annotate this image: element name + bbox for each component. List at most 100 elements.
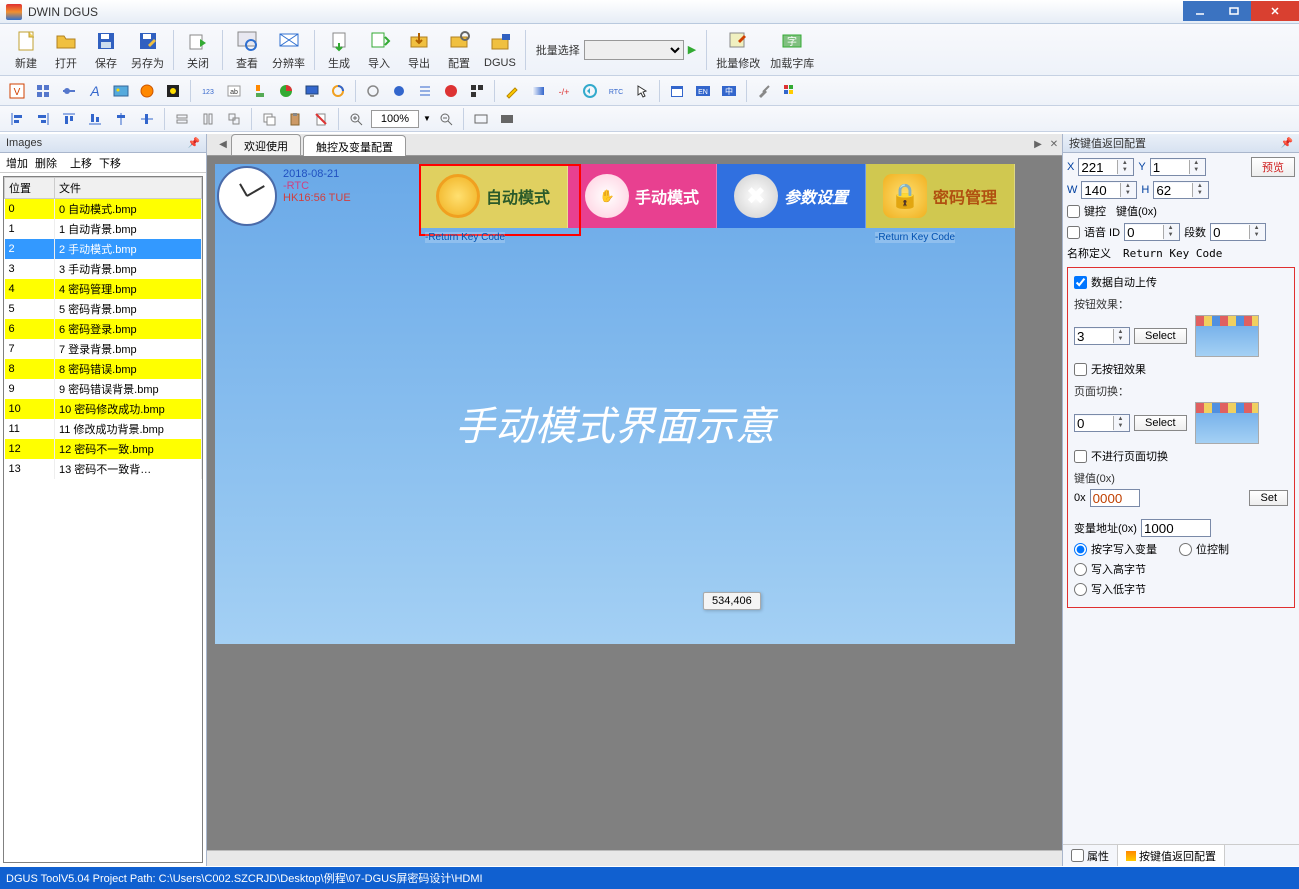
view-button[interactable]: 查看 xyxy=(227,27,267,73)
table-row[interactable]: 1111 修改成功背景.bmp xyxy=(5,419,202,439)
tool-grid-icon[interactable] xyxy=(32,80,54,102)
canvas-area[interactable]: 2018-08-21 -RTC HK16:56 TUE 自动模式 ✋手动模式 ✖… xyxy=(207,156,1062,850)
zoom-in-icon[interactable] xyxy=(345,108,367,130)
table-row[interactable]: 11 自动背景.bmp xyxy=(5,219,202,239)
voice-checkbox[interactable] xyxy=(1067,226,1080,239)
tab-touch-config[interactable]: 触控及变量配置 xyxy=(303,135,406,156)
table-row[interactable]: 55 密码背景.bmp xyxy=(5,299,202,319)
set-button[interactable]: Set xyxy=(1249,490,1288,506)
table-row[interactable]: 44 密码管理.bmp xyxy=(5,279,202,299)
screen1-icon[interactable] xyxy=(470,108,492,130)
images-table[interactable]: 位置文件 00 自动模式.bmp11 自动背景.bmp22 手动模式.bmp33… xyxy=(4,177,202,479)
save-button[interactable]: 保存 xyxy=(86,27,126,73)
export-button[interactable]: 导出 xyxy=(399,27,439,73)
batch-dropdown[interactable] xyxy=(584,40,684,60)
page-switch-input[interactable] xyxy=(1075,416,1113,431)
mode-manual-button[interactable]: ✋手动模式 xyxy=(568,164,717,228)
tool-return-icon[interactable] xyxy=(579,80,601,102)
tab-key-config[interactable]: 按键值返回配置 xyxy=(1118,845,1225,866)
open-button[interactable]: 打开 xyxy=(46,27,86,73)
tool-dot-icon[interactable] xyxy=(388,80,410,102)
h-input[interactable] xyxy=(1154,183,1192,198)
batch-next-icon[interactable]: ▶ xyxy=(688,43,696,56)
tool-text-icon[interactable]: A xyxy=(84,80,106,102)
same-height-icon[interactable] xyxy=(197,108,219,130)
var-addr-input[interactable] xyxy=(1141,519,1211,537)
tool-pm-icon[interactable]: -/+ xyxy=(553,80,575,102)
tool-page-icon[interactable] xyxy=(162,80,184,102)
tool-pie-icon[interactable] xyxy=(275,80,297,102)
tab-prev-icon[interactable]: ◀ xyxy=(215,134,231,155)
screen-canvas[interactable]: 2018-08-21 -RTC HK16:56 TUE 自动模式 ✋手动模式 ✖… xyxy=(215,164,1015,644)
align-bottom-icon[interactable] xyxy=(84,108,106,130)
tool-cursor-icon[interactable] xyxy=(631,80,653,102)
move-up-button[interactable]: 上移 xyxy=(68,155,94,171)
close-project-button[interactable]: 关闭 xyxy=(178,27,218,73)
no-btn-effect-checkbox[interactable] xyxy=(1074,363,1087,376)
zoom-out-icon[interactable] xyxy=(435,108,457,130)
pin-icon[interactable]: 📌 xyxy=(188,138,200,149)
generate-button[interactable]: 生成 xyxy=(319,27,359,73)
voice-id-input[interactable] xyxy=(1125,225,1163,240)
add-image-button[interactable]: 增加 xyxy=(4,155,30,171)
canvas-scrollbar[interactable] xyxy=(207,850,1062,866)
tool-rtc-icon[interactable]: RTC xyxy=(605,80,627,102)
tool-align-icon[interactable] xyxy=(249,80,271,102)
pin-right-icon[interactable]: 📌 xyxy=(1281,138,1293,149)
delete-icon[interactable] xyxy=(310,108,332,130)
mode-param-button[interactable]: ✖参数设置 xyxy=(717,164,866,228)
tab-next-icon[interactable]: ▶ xyxy=(1030,134,1046,155)
tool-ab-icon[interactable]: ab xyxy=(223,80,245,102)
hex-input[interactable] xyxy=(1090,489,1140,507)
mode-auto-button[interactable]: 自动模式 xyxy=(419,164,568,228)
x-input[interactable] xyxy=(1079,160,1117,175)
radio-low-byte[interactable] xyxy=(1074,583,1087,596)
copy-icon[interactable] xyxy=(258,108,280,130)
tool-circle-icon[interactable] xyxy=(362,80,384,102)
tool-qr-icon[interactable] xyxy=(466,80,488,102)
mode-password-button[interactable]: 🔒密码管理 xyxy=(866,164,1015,228)
close-button[interactable] xyxy=(1251,1,1299,21)
auto-upload-checkbox[interactable] xyxy=(1074,276,1087,289)
tab-welcome[interactable]: 欢迎使用 xyxy=(231,134,301,155)
tool-icon-icon[interactable] xyxy=(136,80,158,102)
preview-button[interactable]: 预览 xyxy=(1251,157,1295,177)
table-row[interactable]: 77 登录背景.bmp xyxy=(5,339,202,359)
align-right-icon[interactable] xyxy=(32,108,54,130)
tool-palette-icon[interactable] xyxy=(779,80,801,102)
table-row[interactable]: 66 密码登录.bmp xyxy=(5,319,202,339)
segments-input[interactable] xyxy=(1211,225,1249,240)
maximize-button[interactable] xyxy=(1217,1,1251,21)
zoom-dropdown-icon[interactable]: ▼ xyxy=(423,114,431,123)
table-row[interactable]: 99 密码错误背景.bmp xyxy=(5,379,202,399)
tool-record-icon[interactable] xyxy=(440,80,462,102)
same-width-icon[interactable] xyxy=(171,108,193,130)
tool-calendar-icon[interactable] xyxy=(666,80,688,102)
table-row[interactable]: 1010 密码修改成功.bmp xyxy=(5,399,202,419)
tool-monitor-icon[interactable] xyxy=(301,80,323,102)
align-left-icon[interactable] xyxy=(6,108,28,130)
table-row[interactable]: 1313 密码不一致背… xyxy=(5,459,202,479)
import-button[interactable]: 导入 xyxy=(359,27,399,73)
load-font-button[interactable]: 字加载字库 xyxy=(765,27,819,73)
no-page-switch-checkbox[interactable] xyxy=(1074,450,1087,463)
tool-123-icon[interactable]: 123 xyxy=(197,80,219,102)
btn-effect-select[interactable]: Select xyxy=(1134,328,1187,344)
table-row[interactable]: 33 手动背景.bmp xyxy=(5,259,202,279)
screen2-icon[interactable] xyxy=(496,108,518,130)
y-input[interactable] xyxy=(1151,160,1189,175)
tool-gradient-icon[interactable] xyxy=(527,80,549,102)
tool-en-icon[interactable]: EN xyxy=(692,80,714,102)
radio-bit-control[interactable] xyxy=(1179,543,1192,556)
tab-close-icon[interactable]: ✕ xyxy=(1046,134,1062,155)
resolution-button[interactable]: 分辨率 xyxy=(267,27,310,73)
tool-v-icon[interactable]: V xyxy=(6,80,28,102)
table-row[interactable]: 88 密码错误.bmp xyxy=(5,359,202,379)
dgus-button[interactable]: DGUS xyxy=(479,27,521,73)
table-row[interactable]: 00 自动模式.bmp xyxy=(5,199,202,220)
radio-write-word[interactable] xyxy=(1074,543,1087,556)
tool-anim-icon[interactable] xyxy=(327,80,349,102)
tool-slider-icon[interactable] xyxy=(58,80,80,102)
same-size-icon[interactable] xyxy=(223,108,245,130)
w-input[interactable] xyxy=(1082,183,1120,198)
